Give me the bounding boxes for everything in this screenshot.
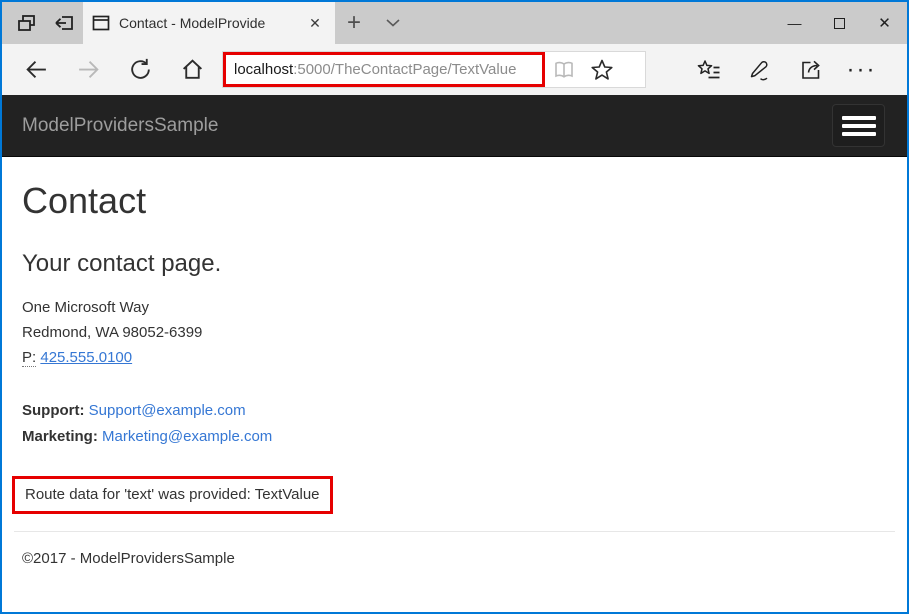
browser-window: Contact - ModelProvide ✕ + — ✕ [0, 0, 909, 614]
back-button[interactable] [10, 50, 62, 90]
star-icon [590, 58, 614, 82]
forward-button[interactable] [62, 50, 114, 90]
phone-link[interactable]: 425.555.0100 [40, 349, 132, 366]
tab-title: Contact - ModelProvide [119, 15, 295, 31]
tabs-set-aside-list-button[interactable] [7, 2, 45, 44]
title-bar: Contact - ModelProvide ✕ + — ✕ [2, 2, 907, 44]
pen-icon [748, 58, 772, 82]
chevron-down-icon [386, 19, 400, 27]
set-tabs-aside-button[interactable] [45, 2, 83, 44]
close-tab-icon[interactable]: ✕ [303, 15, 327, 32]
page-title: Contact [22, 181, 887, 221]
share-button[interactable] [785, 50, 836, 90]
support-row: Support: Support@example.com [22, 398, 887, 424]
hub-button[interactable] [683, 50, 734, 90]
browser-tab[interactable]: Contact - ModelProvide ✕ [83, 2, 335, 44]
forward-arrow-icon [76, 57, 101, 82]
share-icon [799, 58, 823, 82]
page-subtitle: Your contact page. [22, 249, 887, 279]
maximize-button[interactable] [817, 2, 862, 44]
close-icon: ✕ [878, 14, 891, 32]
footer-divider [14, 531, 895, 532]
more-icon: ··· [847, 65, 877, 75]
address-line1: One Microsoft Way [22, 299, 149, 316]
hamburger-menu-button[interactable] [832, 104, 885, 147]
support-email-link[interactable]: Support@example.com [89, 402, 246, 419]
titlebar-drag-area [413, 2, 772, 44]
address-bar: localhost:5000/TheContactPage/TextValue [222, 51, 646, 88]
close-window-button[interactable]: ✕ [862, 2, 907, 44]
home-button[interactable] [166, 50, 218, 90]
refresh-icon [128, 57, 153, 82]
tab-preview-toggle[interactable] [373, 2, 413, 44]
maximize-icon [834, 18, 845, 29]
marketing-label: Marketing: [22, 428, 98, 445]
address-line2: Redmond, WA 98052-6399 [22, 324, 202, 341]
url-path: :5000/TheContactPage/TextValue [293, 61, 516, 78]
email-contacts: Support: Support@example.com Marketing: … [22, 398, 887, 450]
url-host: localhost [234, 61, 293, 78]
page-icon [91, 13, 111, 33]
support-label: Support: [22, 402, 84, 419]
hub-favorites-list-icon [697, 58, 721, 82]
brand-link[interactable]: ModelProvidersSample [22, 115, 218, 137]
back-arrow-icon [24, 57, 49, 82]
route-data-message: Route data for 'text' was provided: Text… [25, 486, 320, 503]
browser-toolbar: localhost:5000/TheContactPage/TextValue [2, 44, 907, 95]
phone-abbr: P: [22, 349, 36, 367]
page-content: Contact Your contact page. One Microsoft… [2, 157, 907, 612]
set-aside-tabs-list-icon [15, 12, 37, 34]
settings-more-button[interactable]: ··· [836, 50, 887, 90]
plus-icon: + [347, 9, 361, 37]
route-data-highlight: Route data for 'text' was provided: Text… [12, 476, 333, 514]
refresh-button[interactable] [114, 50, 166, 90]
postal-address: One Microsoft Way Redmond, WA 98052-6399… [22, 295, 887, 370]
web-note-button[interactable] [734, 50, 785, 90]
site-navbar: ModelProvidersSample [2, 95, 907, 157]
marketing-email-link[interactable]: Marketing@example.com [102, 428, 272, 445]
minimize-icon: — [788, 15, 802, 31]
reading-view-button[interactable] [545, 53, 583, 86]
footer-copyright: ©2017 - ModelProvidersSample [22, 550, 887, 567]
new-tab-button[interactable]: + [335, 2, 373, 44]
add-favorite-button[interactable] [583, 53, 621, 86]
marketing-row: Marketing: Marketing@example.com [22, 424, 887, 450]
minimize-button[interactable]: — [772, 2, 817, 44]
url-input[interactable]: localhost:5000/TheContactPage/TextValue [223, 52, 545, 87]
book-icon [552, 58, 576, 82]
arrow-into-window-icon [53, 12, 75, 34]
toolbar-right-group: ··· [683, 50, 887, 90]
home-icon [180, 57, 205, 82]
